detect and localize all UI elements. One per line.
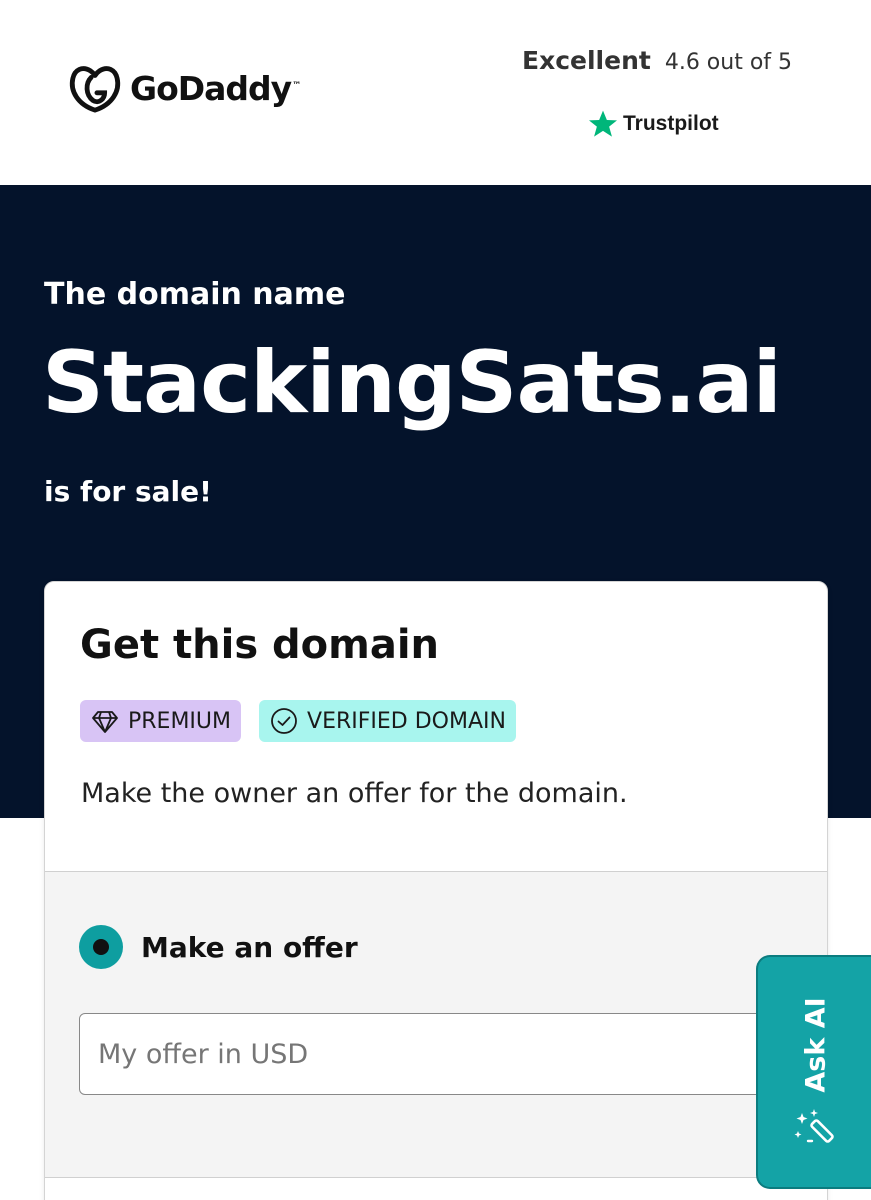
make-offer-radio[interactable] xyxy=(79,925,123,969)
make-offer-label: Make an offer xyxy=(141,930,358,964)
badge-row: PREMIUM VERIFIED DOMAIN xyxy=(80,700,516,742)
domain-name-heading: StackingSats.ai xyxy=(42,333,782,433)
offer-amount-input[interactable] xyxy=(79,1013,795,1095)
site-header: GoDaddy™ Excellent 4.6 out of 5 Trustpil… xyxy=(0,0,871,185)
card-subtitle: Make the owner an offer for the domain. xyxy=(81,778,628,809)
offer-section: Make an offer xyxy=(45,871,827,1178)
get-domain-card: Get this domain PREMIUM VERIFIED DOMAIN … xyxy=(44,581,828,1200)
diamond-icon xyxy=(90,706,120,736)
trustpilot-rating: Excellent 4.6 out of 5 xyxy=(522,46,792,75)
rating-score: 4.6 out of 5 xyxy=(664,50,793,75)
make-offer-option[interactable]: Make an offer xyxy=(79,925,358,969)
ask-ai-label: Ask AI xyxy=(800,997,832,1093)
trademark-symbol: ™ xyxy=(292,80,301,91)
page: GoDaddy™ Excellent 4.6 out of 5 Trustpil… xyxy=(0,0,871,1200)
magic-wand-icon xyxy=(792,1105,840,1153)
verified-badge: VERIFIED DOMAIN xyxy=(259,700,516,742)
godaddy-wordmark: GoDaddy™ xyxy=(130,68,301,108)
star-icon xyxy=(587,108,619,140)
hero-outro: is for sale! xyxy=(44,475,212,508)
brand-name: GoDaddy xyxy=(130,68,292,108)
godaddy-logo[interactable]: GoDaddy™ xyxy=(66,62,301,114)
premium-badge-label: PREMIUM xyxy=(128,708,232,734)
radio-selected-dot xyxy=(93,939,109,955)
premium-badge: PREMIUM xyxy=(80,700,242,742)
rating-word: Excellent xyxy=(522,46,651,75)
check-circle-icon xyxy=(269,706,299,736)
trustpilot-logo[interactable]: Trustpilot xyxy=(587,108,719,140)
card-title: Get this domain xyxy=(80,622,440,668)
trustpilot-label: Trustpilot xyxy=(623,112,719,135)
verified-badge-label: VERIFIED DOMAIN xyxy=(307,708,506,734)
ask-ai-button[interactable]: Ask AI xyxy=(756,955,871,1189)
godaddy-logo-icon xyxy=(66,62,124,114)
hero-intro: The domain name xyxy=(44,277,346,312)
